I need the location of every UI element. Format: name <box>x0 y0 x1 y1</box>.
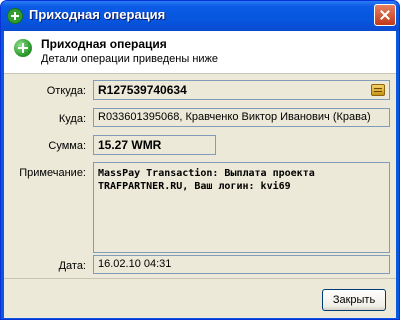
date-field[interactable]: 16.02.10 04:31 <box>93 255 390 274</box>
amount-label: Сумма: <box>48 140 86 152</box>
from-label: Откуда: <box>46 85 86 97</box>
to-label: Куда: <box>58 113 86 125</box>
close-icon[interactable] <box>374 4 396 26</box>
from-value: R127539740634 <box>98 83 187 97</box>
dialog-header: Приходная операция Детали операции приве… <box>4 31 396 74</box>
dialog-window: Приходная операция Приходная операция Де… <box>0 0 400 320</box>
note-label: Примечание: <box>19 167 86 179</box>
title-bar[interactable]: Приходная операция <box>1 1 399 31</box>
header-title: Приходная операция <box>41 37 167 51</box>
add-circle-icon <box>14 39 32 57</box>
note-value: MassPay Transaction: Выплата проекта TRA… <box>98 168 315 192</box>
to-value: R033601395068, Кравченко Виктор Иванович… <box>98 111 371 123</box>
amount-field[interactable]: 15.27 WMR <box>93 135 216 155</box>
amount-value: 15.27 WMR <box>98 138 162 152</box>
divider <box>4 278 396 279</box>
from-field[interactable]: R127539740634 <box>93 80 390 100</box>
date-label: Дата: <box>58 260 86 272</box>
purse-icon[interactable] <box>371 84 385 96</box>
dialog-body: Приходная операция Детали операции приве… <box>4 31 396 318</box>
date-value: 16.02.10 04:31 <box>98 258 172 270</box>
to-field[interactable]: R033601395068, Кравченко Виктор Иванович… <box>93 108 390 127</box>
note-field[interactable]: MassPay Transaction: Выплата проекта TRA… <box>93 162 390 253</box>
window-title: Приходная операция <box>29 7 166 22</box>
header-subtitle: Детали операции приведены ниже <box>41 53 219 65</box>
close-button[interactable]: Закрыть <box>322 289 386 311</box>
add-circle-icon <box>7 8 23 24</box>
